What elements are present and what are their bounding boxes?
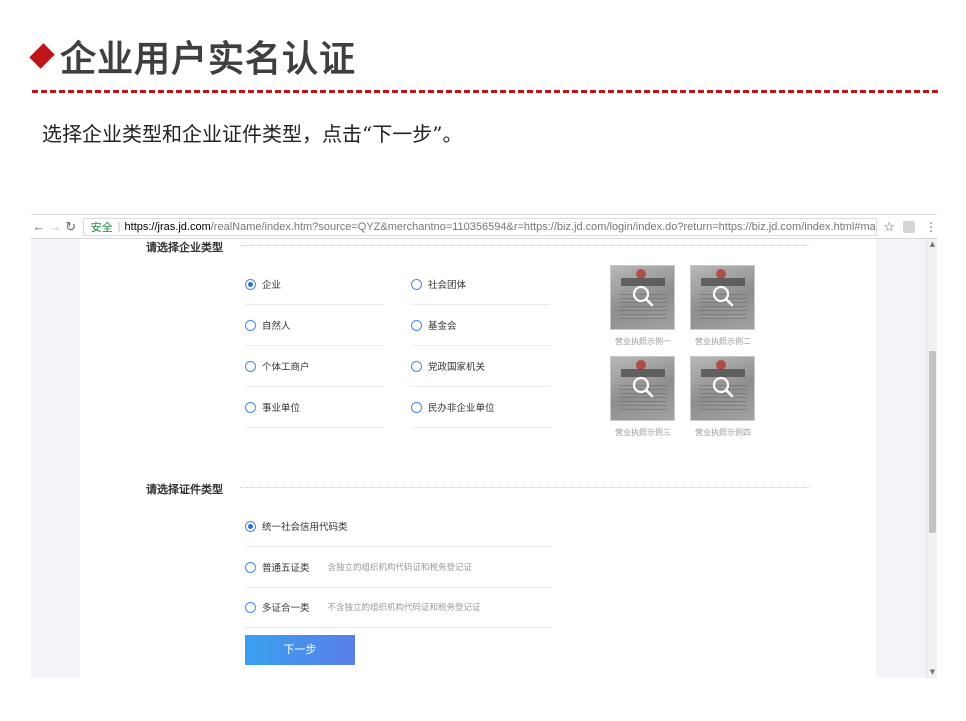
radio-icon[interactable] (245, 601, 256, 613)
radio-checked-icon[interactable] (245, 520, 256, 532)
public-institution-option[interactable]: 事业单位 (245, 387, 384, 428)
five-certificates-label: 普通五证类 (262, 563, 310, 574)
radio-checked-icon[interactable] (245, 278, 256, 290)
license-example-2-caption: 营业执照示例二 (695, 337, 751, 346)
reload-icon[interactable]: ↻ (63, 219, 79, 235)
social-group-option[interactable]: 社会团体 (411, 264, 550, 305)
five-certificates-hint: 含独立的组织机构代码证和税务登记证 (327, 563, 473, 573)
natural-person-option[interactable]: 自然人 (245, 305, 384, 346)
title-divider (32, 90, 938, 93)
scroll-up-arrow-icon[interactable]: ▲ (927, 239, 937, 250)
five-certificates-option[interactable]: 普通五证类 含独立的组织机构代码证和税务登记证 (245, 547, 551, 588)
enterprise-type-divider (240, 245, 810, 246)
radio-icon[interactable] (411, 360, 422, 372)
multi-certificate-option[interactable]: 多证合一类 不含独立的组织机构代码证和税务登记证 (245, 587, 551, 628)
radio-icon[interactable] (411, 278, 422, 290)
magnifier-icon[interactable] (711, 284, 735, 308)
license-example-1-caption: 营业执照示例一 (615, 337, 671, 346)
multi-certificate-label: 多证合一类 (262, 603, 310, 614)
certificate-type-divider (240, 487, 810, 488)
radio-icon[interactable] (245, 319, 256, 331)
license-example-4[interactable] (690, 356, 755, 421)
private-nonenterprise-option-label: 民办非企业单位 (428, 403, 495, 414)
certificate-type-title: 请选择证件类型 (146, 483, 223, 496)
next-step-button[interactable]: 下一步 (245, 635, 355, 665)
license-example-2[interactable] (690, 265, 755, 330)
extension-icon[interactable] (903, 220, 915, 233)
url-host: https://jras.jd.com (124, 220, 211, 233)
url-separator: | (117, 220, 121, 233)
forward-arrow-icon[interactable]: → (47, 219, 63, 234)
unified-credit-code-label: 统一社会信用代码类 (262, 522, 348, 533)
radio-icon[interactable] (411, 319, 422, 331)
page-content: 请选择企业类型 企业 社会团体 自然人 基金会 个体工商户 党政国家机关 事业单… (80, 239, 876, 678)
unified-credit-code-option[interactable]: 统一社会信用代码类 (245, 506, 551, 547)
diamond-bullet-icon (29, 43, 55, 69)
license-example-3[interactable] (610, 356, 675, 421)
natural-person-option-label: 自然人 (262, 321, 291, 332)
government-agency-option-label: 党政国家机关 (428, 362, 486, 373)
back-arrow-icon[interactable]: ← (31, 219, 47, 234)
vertical-scrollbar[interactable]: ▲ ▼ (926, 239, 937, 678)
address-bar: ← → ↻ 安全 | https://jras.jd.com/realName/… (31, 215, 937, 239)
scrollbar-thumb[interactable] (929, 351, 936, 533)
slide-instruction: 选择企业类型和企业证件类型，点击“下一步”。 (42, 122, 463, 146)
government-agency-option[interactable]: 党政国家机关 (411, 346, 550, 387)
enterprise-option[interactable]: 企业 (245, 264, 384, 305)
enterprise-option-label: 企业 (262, 280, 282, 291)
radio-icon[interactable] (245, 561, 256, 573)
radio-icon[interactable] (245, 401, 256, 413)
foundation-option[interactable]: 基金会 (411, 305, 550, 346)
menu-icon[interactable]: ⋮ (925, 220, 937, 234)
magnifier-icon[interactable] (631, 375, 655, 399)
slide-title: 企业用户实名认证 (29, 32, 357, 80)
secure-label: 安全 (90, 221, 113, 234)
enterprise-type-title: 请选择企业类型 (146, 241, 223, 254)
bookmark-star-icon[interactable]: ☆ (883, 219, 895, 235)
radio-icon[interactable] (411, 401, 422, 413)
license-example-4-caption: 营业执照示例四 (695, 428, 751, 437)
magnifier-icon[interactable] (631, 284, 655, 308)
license-example-3-caption: 营业执照示例三 (615, 428, 671, 437)
radio-icon[interactable] (245, 360, 256, 372)
individual-business-option[interactable]: 个体工商户 (245, 346, 384, 387)
magnifier-icon[interactable] (711, 375, 735, 399)
license-example-1[interactable] (610, 265, 675, 330)
individual-business-option-label: 个体工商户 (262, 362, 310, 373)
social-group-option-label: 社会团体 (428, 280, 467, 291)
private-nonenterprise-option[interactable]: 民办非企业单位 (411, 387, 550, 428)
public-institution-option-label: 事业单位 (262, 403, 301, 414)
foundation-option-label: 基金会 (428, 321, 457, 332)
url-path: /realName/index.htm?source=QYZ&merchantn… (210, 220, 878, 233)
browser-window: ← → ↻ 安全 | https://jras.jd.com/realName/… (31, 214, 937, 678)
url-input[interactable]: 安全 | https://jras.jd.com/realName/index.… (82, 217, 878, 236)
scroll-down-arrow-icon[interactable]: ▼ (927, 667, 937, 678)
slide-title-text: 企业用户实名认证 (60, 39, 357, 80)
multi-certificate-hint: 不含独立的组织机构代码证和税务登记证 (327, 603, 481, 613)
